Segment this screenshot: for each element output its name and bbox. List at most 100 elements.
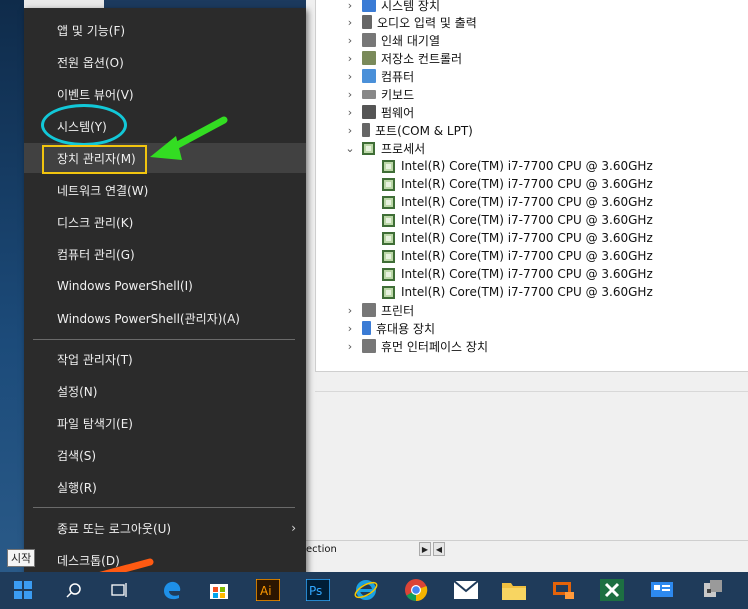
- remote-icon[interactable]: [549, 576, 577, 604]
- chevron-right-icon[interactable]: ›: [344, 88, 356, 101]
- horizontal-scrollbar[interactable]: ection ▶ ◀: [306, 540, 748, 558]
- menu-item-run[interactable]: 실행(R): [24, 472, 306, 502]
- processor-label: Intel(R) Core(TM) i7-7700 CPU @ 3.60GHz: [401, 267, 653, 281]
- menu-item-shutdown[interactable]: 종료 또는 로그아웃(U) ›: [24, 513, 306, 543]
- desktop-background: [0, 0, 24, 572]
- processor-item[interactable]: Intel(R) Core(TM) i7-7700 CPU @ 3.60GHz: [382, 229, 653, 247]
- speaker-icon: [362, 15, 372, 29]
- processor-icon: [382, 231, 395, 245]
- chrome-icon[interactable]: [402, 576, 430, 604]
- chevron-down-icon[interactable]: ⌄: [344, 142, 356, 155]
- tree-item-label: 저장소 컨트롤러: [381, 51, 463, 66]
- tree-item-label: 인쇄 대기열: [381, 33, 441, 48]
- tree-item-processors[interactable]: ⌄ 프로세서: [316, 139, 425, 157]
- tree-item-label: 오디오 입력 및 출력: [377, 15, 477, 30]
- processor-label: Intel(R) Core(TM) i7-7700 CPU @ 3.60GHz: [401, 177, 653, 191]
- tree-item-system-devices[interactable]: › 시스템 장치: [316, 0, 440, 14]
- menu-item-search[interactable]: 검색(S): [24, 440, 306, 470]
- processor-item[interactable]: Intel(R) Core(TM) i7-7700 CPU @ 3.60GHz: [382, 283, 653, 301]
- tree-item-label: 포트(COM & LPT): [375, 123, 473, 138]
- menu-item-computer-management[interactable]: 컴퓨터 관리(G): [24, 239, 306, 269]
- tree-item-firmware[interactable]: › 펌웨어: [316, 103, 414, 121]
- tree-item-computer[interactable]: › 컴퓨터: [316, 67, 414, 85]
- start-icon[interactable]: [6, 576, 40, 604]
- menu-item-event-viewer[interactable]: 이벤트 뷰어(V): [24, 79, 306, 109]
- storage-controller-icon: [362, 51, 376, 65]
- menu-item-powershell-admin[interactable]: Windows PowerShell(관리자)(A): [24, 303, 306, 333]
- tree-item-label: 펌웨어: [381, 105, 415, 120]
- winx-menu: 앱 및 기능(F) 전원 옵션(O) 이벤트 뷰어(V) 시스템(Y) 장치 관…: [24, 8, 306, 584]
- folder-icon[interactable]: [500, 576, 528, 604]
- tree-item-print-queue[interactable]: › 인쇄 대기열: [316, 31, 440, 49]
- processor-item[interactable]: Intel(R) Core(TM) i7-7700 CPU @ 3.60GHz: [382, 247, 653, 265]
- search-icon[interactable]: [60, 576, 88, 604]
- chevron-right-icon[interactable]: ›: [344, 124, 356, 137]
- processor-item[interactable]: Intel(R) Core(TM) i7-7700 CPU @ 3.60GHz: [382, 157, 653, 175]
- system-devices-icon: [362, 0, 376, 12]
- control-panel-icon[interactable]: [648, 576, 676, 604]
- menu-item-apps-features[interactable]: 앱 및 기능(F): [24, 15, 306, 45]
- chevron-right-icon[interactable]: ›: [344, 106, 356, 119]
- photoshop-icon[interactable]: Ps: [304, 576, 332, 604]
- chevron-right-icon[interactable]: ›: [344, 340, 356, 353]
- ie-icon[interactable]: [352, 576, 380, 604]
- hid-icon: [362, 339, 376, 353]
- processor-icon: [382, 267, 395, 281]
- processor-item[interactable]: Intel(R) Core(TM) i7-7700 CPU @ 3.60GHz: [382, 193, 653, 211]
- tree-item-audio[interactable]: › 오디오 입력 및 출력: [316, 13, 477, 31]
- chevron-right-icon[interactable]: ›: [344, 322, 356, 335]
- menu-item-power-options[interactable]: 전원 옵션(O): [24, 47, 306, 77]
- tree-item-hid[interactable]: › 휴먼 인터페이스 장치: [316, 337, 488, 355]
- chevron-right-icon[interactable]: ›: [344, 34, 356, 47]
- processor-icon: [382, 177, 395, 191]
- tree-item-ports[interactable]: › 포트(COM & LPT): [316, 121, 473, 139]
- menu-separator: [33, 339, 295, 340]
- processor-icon: [362, 141, 375, 155]
- tree-item-portable-devices[interactable]: › 휴대용 장치: [316, 319, 435, 337]
- menu-item-task-manager[interactable]: 작업 관리자(T): [24, 344, 306, 374]
- menu-item-powershell[interactable]: Windows PowerShell(I): [24, 271, 306, 301]
- photoshop-label: Ps: [309, 584, 322, 598]
- store-icon[interactable]: [205, 576, 233, 604]
- chevron-right-icon[interactable]: ›: [344, 16, 356, 29]
- menu-top-edge: [24, 0, 104, 8]
- processor-icon: [382, 249, 395, 263]
- chevron-right-icon[interactable]: ›: [344, 0, 356, 12]
- excel-icon[interactable]: [598, 576, 626, 604]
- tree-item-printers[interactable]: › 프린터: [316, 301, 414, 319]
- tree-item-keyboard[interactable]: › 키보드: [316, 85, 414, 103]
- chevron-right-icon[interactable]: ›: [344, 70, 356, 83]
- menu-item-settings[interactable]: 설정(N): [24, 376, 306, 406]
- menu-item-file-explorer[interactable]: 파일 탐색기(E): [24, 408, 306, 438]
- chevron-right-icon[interactable]: ›: [344, 304, 356, 317]
- menu-separator: [33, 507, 295, 508]
- tree-item-label: 키보드: [381, 87, 415, 102]
- status-bar: [315, 374, 748, 392]
- illustrator-icon[interactable]: Ai: [254, 576, 282, 604]
- processor-item[interactable]: Intel(R) Core(TM) i7-7700 CPU @ 3.60GHz: [382, 265, 653, 283]
- device-tree[interactable]: › 시스템 장치 › 오디오 입력 및 출력 › 인쇄 대기열 › 저장소 컨트…: [315, 0, 748, 372]
- selection-text: ection: [306, 544, 337, 555]
- tree-item-label: 컴퓨터: [381, 69, 415, 84]
- scroll-left-button[interactable]: ◀: [433, 542, 445, 556]
- chevron-right-icon[interactable]: ›: [344, 52, 356, 65]
- tree-item-label: 프로세서: [381, 141, 426, 156]
- monitor-icon: [362, 69, 376, 83]
- edge-icon[interactable]: [158, 576, 186, 604]
- processor-label: Intel(R) Core(TM) i7-7700 CPU @ 3.60GHz: [401, 195, 653, 209]
- device-icon[interactable]: [698, 576, 726, 604]
- mail-icon[interactable]: [452, 576, 480, 604]
- scroll-right-button[interactable]: ▶: [419, 542, 431, 556]
- processor-label: Intel(R) Core(TM) i7-7700 CPU @ 3.60GHz: [401, 249, 653, 263]
- processor-item[interactable]: Intel(R) Core(TM) i7-7700 CPU @ 3.60GHz: [382, 211, 653, 229]
- menu-item-disk-management[interactable]: 디스크 관리(K): [24, 207, 306, 237]
- task-view-icon[interactable]: [106, 576, 134, 604]
- port-icon: [362, 123, 370, 137]
- processor-label: Intel(R) Core(TM) i7-7700 CPU @ 3.60GHz: [401, 213, 653, 227]
- menu-item-label: 종료 또는 로그아웃(U): [57, 521, 172, 536]
- chevron-right-icon: ›: [291, 521, 296, 535]
- tree-item-storage-controllers[interactable]: › 저장소 컨트롤러: [316, 49, 462, 67]
- menu-item-network-connections[interactable]: 네트워크 연결(W): [24, 175, 306, 205]
- processor-item[interactable]: Intel(R) Core(TM) i7-7700 CPU @ 3.60GHz: [382, 175, 653, 193]
- tree-item-label: 휴대용 장치: [376, 321, 436, 336]
